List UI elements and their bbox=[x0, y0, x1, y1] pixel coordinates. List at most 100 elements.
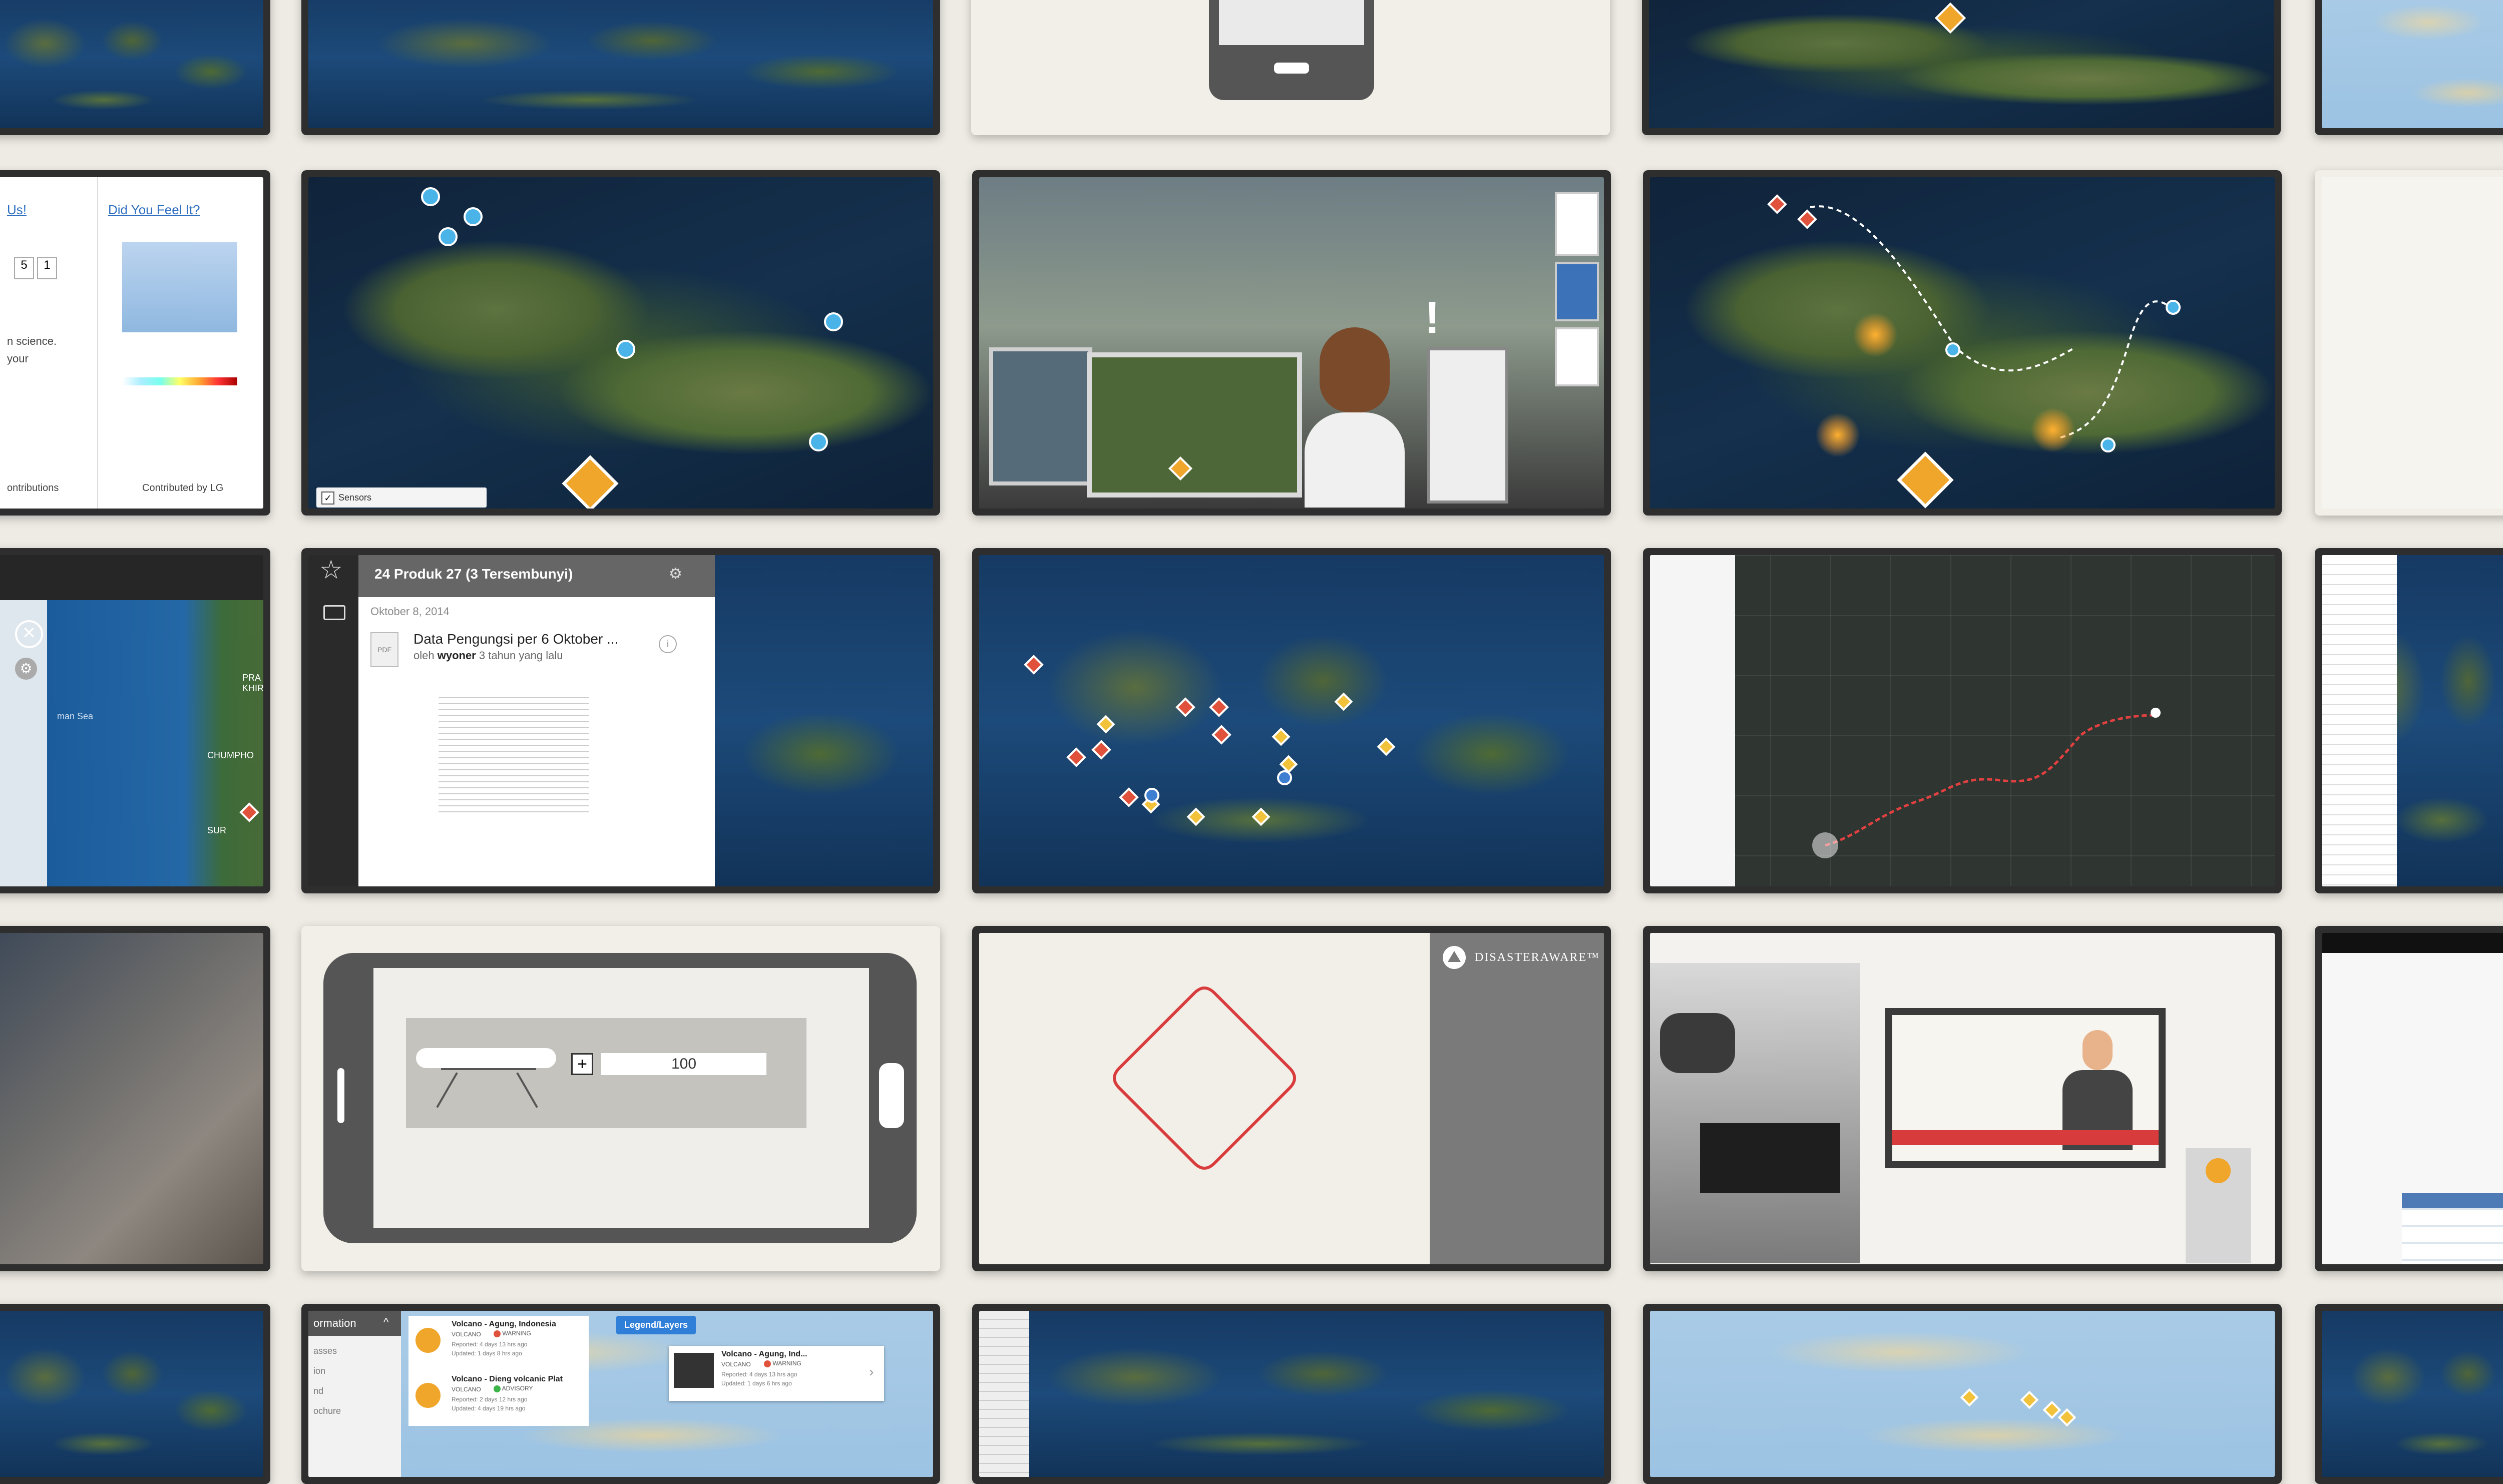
tile-r5c5[interactable] bbox=[2315, 1304, 2503, 1484]
tile-r5c1[interactable] bbox=[0, 1304, 270, 1484]
phone-home-button[interactable] bbox=[1274, 63, 1309, 74]
satellite-map bbox=[0, 1311, 263, 1477]
tile-logo[interactable]: DISASTERAWARE™ bbox=[972, 926, 1611, 1271]
alert-item-dieng[interactable]: Volcano - Dieng volcanic Plat VOLCANO AD… bbox=[408, 1371, 589, 1423]
tile-press[interactable] bbox=[1643, 926, 2282, 1271]
settings-gear-icon[interactable]: ⚙ bbox=[15, 658, 37, 680]
tile-sensors-map[interactable]: ✓ Sensors bbox=[301, 170, 940, 516]
phone-illustration bbox=[971, 0, 1610, 135]
sidebar-item[interactable]: nd bbox=[313, 1386, 323, 1396]
tile-document-panel[interactable]: ☆ 24 Produk 27 (3 Tersembunyi) ⚙ Oktober… bbox=[301, 548, 940, 893]
hazard-marker[interactable] bbox=[1024, 655, 1044, 675]
hazard-marker[interactable] bbox=[1211, 725, 1231, 745]
volcano-marker[interactable] bbox=[1377, 737, 1396, 756]
place-label-sur: SUR bbox=[207, 825, 227, 835]
info-marker[interactable] bbox=[1144, 788, 1159, 803]
sidebar-item[interactable]: ion bbox=[313, 1366, 325, 1376]
quantity-add-button[interactable]: + bbox=[571, 1053, 593, 1075]
hazard-marker[interactable] bbox=[1066, 747, 1086, 767]
indonesia-satellite-map bbox=[308, 0, 933, 128]
info-marker[interactable] bbox=[1277, 770, 1292, 785]
tile-route-grid[interactable] bbox=[1643, 548, 2282, 893]
survey-text-your: your bbox=[7, 352, 29, 365]
header-settings-icon[interactable]: ⚙ bbox=[669, 565, 682, 583]
volcano-marker[interactable] bbox=[1334, 692, 1353, 711]
airport-icon[interactable] bbox=[616, 340, 635, 359]
tile-r5c4[interactable] bbox=[1643, 1304, 2282, 1484]
document-title[interactable]: Data Pengungsi per 6 Oktober ... bbox=[413, 631, 618, 647]
quantity-field[interactable]: 100 bbox=[601, 1053, 766, 1075]
volcano-marker[interactable] bbox=[1186, 807, 1205, 826]
tile-phone-top[interactable] bbox=[971, 0, 1610, 135]
tile-r5c3[interactable] bbox=[972, 1304, 1611, 1484]
info-icon[interactable]: i bbox=[659, 635, 677, 653]
tile-operator-scene[interactable]: ! bbox=[972, 170, 1611, 516]
airport-icon[interactable] bbox=[421, 187, 440, 206]
tile-r4c5[interactable] bbox=[2315, 926, 2503, 1271]
airport-icon[interactable] bbox=[809, 432, 828, 451]
tile-volcano-panel[interactable]: ormation ^ asses ion nd ochure Volcano -… bbox=[301, 1304, 940, 1484]
tile-stretcher[interactable]: + 100 bbox=[301, 926, 940, 1271]
alert-title: Volcano - Agung, Indonesia bbox=[452, 1320, 556, 1328]
tile-rescue-photo[interactable] bbox=[0, 926, 270, 1271]
map-side-panel[interactable] bbox=[979, 1311, 1029, 1477]
survey-link-left[interactable]: Us! bbox=[7, 202, 27, 218]
tile-r1c4[interactable] bbox=[1642, 0, 2281, 135]
sidebar-item[interactable]: asses bbox=[313, 1346, 337, 1356]
survey-box-1[interactable]: 5 bbox=[14, 257, 34, 279]
document-item[interactable]: PDF Data Pengungsi per 6 Oktober ... ole… bbox=[358, 626, 715, 671]
volcano-marker[interactable] bbox=[1960, 1388, 1979, 1407]
tile-r1c2[interactable] bbox=[301, 0, 940, 135]
tile-coast-nav[interactable]: ✕ ⚙ PRA KHIR CHUMPHO SUR man Sea bbox=[0, 548, 270, 893]
video-camera-icon[interactable] bbox=[323, 605, 345, 620]
earthquake-marker[interactable] bbox=[562, 455, 619, 509]
tile-survey[interactable]: Us! Did You Feel It? 5 1 n science. your… bbox=[0, 170, 270, 516]
hazard-marker[interactable] bbox=[1175, 697, 1195, 717]
volcano-marker[interactable] bbox=[1272, 727, 1291, 746]
podium-logo-icon bbox=[2206, 1158, 2231, 1183]
survey-box-2[interactable]: 1 bbox=[37, 257, 57, 279]
sidebar-item[interactable]: ochure bbox=[313, 1406, 341, 1416]
volcano-marker[interactable] bbox=[1096, 715, 1115, 734]
earthquake-marker[interactable] bbox=[1934, 2, 1966, 34]
tile-r1c1[interactable] bbox=[0, 0, 270, 135]
airport-icon[interactable] bbox=[824, 312, 843, 331]
tablet-home-button[interactable] bbox=[879, 1063, 904, 1128]
stretcher-card: + 100 bbox=[406, 1018, 806, 1128]
airport-icon[interactable] bbox=[2166, 300, 2181, 315]
survey-title-link[interactable]: Did You Feel It? bbox=[108, 202, 200, 218]
star-icon[interactable]: ☆ bbox=[319, 555, 343, 585]
product-list-header[interactable]: 24 Produk 27 (3 Tersembunyi) ⚙ bbox=[358, 555, 715, 597]
warning-status: WARNING bbox=[494, 1330, 531, 1337]
volcano-marker[interactable] bbox=[2057, 1408, 2076, 1427]
legend-layers-button[interactable]: Legend/Layers bbox=[616, 1316, 696, 1334]
sidebar-header[interactable]: ormation ^ bbox=[308, 1311, 401, 1336]
side-screen-waveform-1 bbox=[1555, 192, 1599, 256]
document-age: 3 tahun yang lalu bbox=[479, 649, 563, 662]
airport-icon[interactable] bbox=[2101, 437, 2116, 452]
airport-icon[interactable] bbox=[1945, 342, 1960, 357]
hazard-marker[interactable] bbox=[1091, 740, 1111, 760]
hazard-marker[interactable] bbox=[1209, 697, 1229, 717]
tile-indonesia-markers[interactable] bbox=[972, 548, 1611, 893]
tile-r2c5[interactable] bbox=[2315, 170, 2503, 516]
chevron-right-icon[interactable]: › bbox=[869, 1364, 874, 1380]
satellite-map bbox=[2322, 1311, 2503, 1477]
airport-icon[interactable] bbox=[464, 207, 483, 226]
checkbox-checked-icon[interactable]: ✓ bbox=[321, 491, 334, 505]
volcano-popup[interactable]: Volcano - Agung, Ind... VOLCANO WARNING … bbox=[669, 1346, 884, 1401]
airport-icon[interactable] bbox=[439, 227, 458, 246]
volcano-marker[interactable] bbox=[1252, 807, 1271, 826]
close-icon[interactable]: ✕ bbox=[15, 620, 43, 648]
tile-route-map[interactable] bbox=[1643, 170, 2282, 516]
chevron-up-icon[interactable]: ^ bbox=[383, 1316, 388, 1329]
sensors-checkbox-panel[interactable]: ✓ Sensors bbox=[316, 487, 487, 508]
tile-r1c5[interactable] bbox=[2315, 0, 2503, 135]
tile-r3c5[interactable] bbox=[2315, 548, 2503, 893]
alert-item-agung[interactable]: Volcano - Agung, Indonesia VOLCANO WARNI… bbox=[408, 1316, 589, 1368]
layer-list-panel[interactable] bbox=[2322, 555, 2397, 886]
alert-exclamation-icon: ! bbox=[1425, 293, 1440, 343]
volcano-marker[interactable] bbox=[2020, 1390, 2039, 1409]
hazard-marker[interactable] bbox=[1119, 787, 1139, 807]
document-preview bbox=[439, 692, 589, 812]
